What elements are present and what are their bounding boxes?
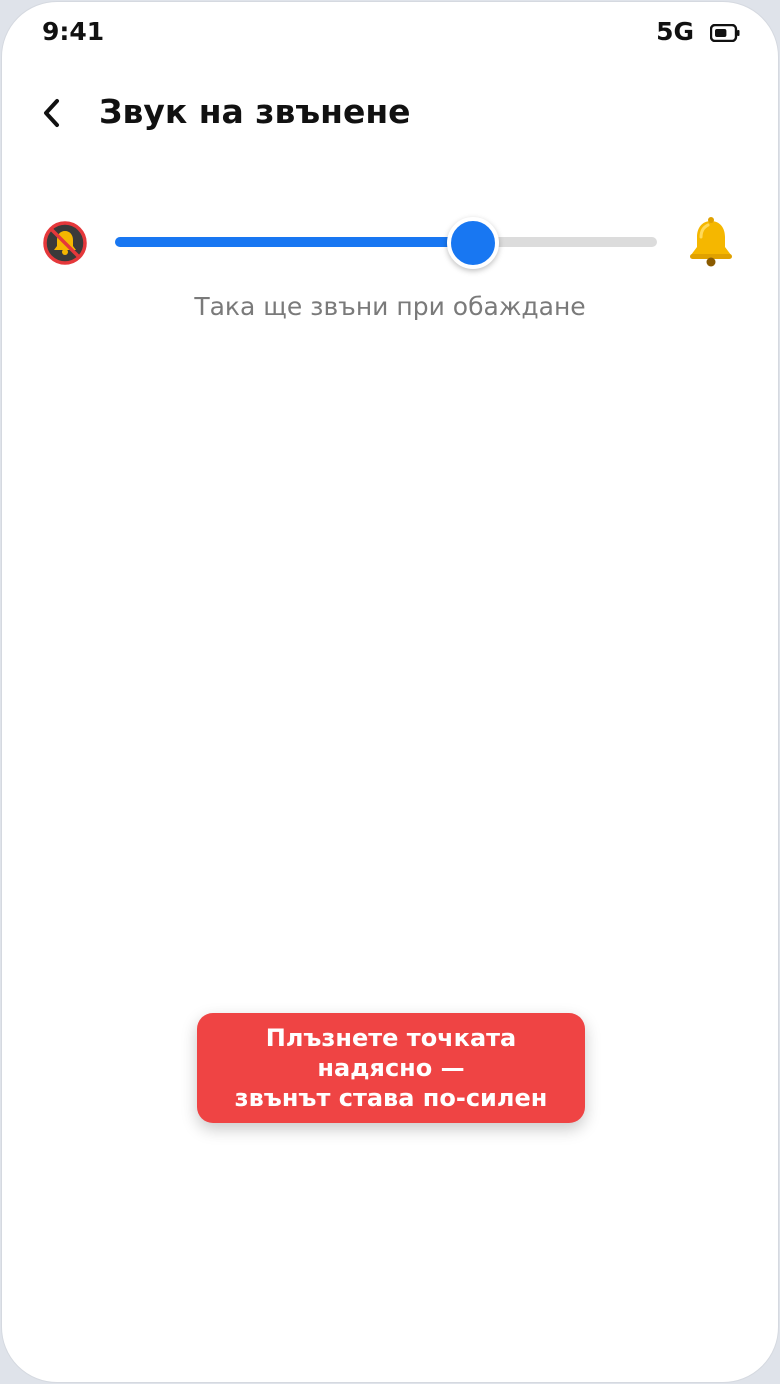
back-button[interactable] (28, 86, 80, 138)
status-time: 9:41 (42, 17, 105, 46)
slider-caption: Така ще звъни при обаждане (194, 292, 586, 321)
app-header: Звук на звънене (2, 72, 778, 152)
network-indicator: 5G (656, 17, 694, 46)
page-title: Звук на звънене (99, 92, 411, 131)
phone-screen: 9:41 5G Звук на звънене Така ще звъни пр… (1, 1, 779, 1383)
bell-muted-icon (43, 221, 87, 265)
ringtone-volume-slider[interactable] (115, 207, 657, 277)
hint-toast-text: Плъзнете точката надясно — звънът става … (235, 1023, 548, 1113)
chevron-left-icon (44, 99, 59, 127)
hint-line-2: надясно — (317, 1054, 465, 1082)
hint-toast: Плъзнете точката надясно — звънът става … (197, 1013, 585, 1123)
battery-icon (710, 24, 740, 42)
slider-fill (115, 237, 473, 247)
hint-line-1: Плъзнете точката (265, 1024, 517, 1052)
ringtone-volume-row (2, 207, 778, 277)
hint-line-3: звънът става по-силен (234, 1084, 548, 1112)
bell-icon (690, 217, 732, 267)
status-bar: 9:41 5G (2, 2, 778, 64)
slider-thumb[interactable] (446, 217, 499, 269)
